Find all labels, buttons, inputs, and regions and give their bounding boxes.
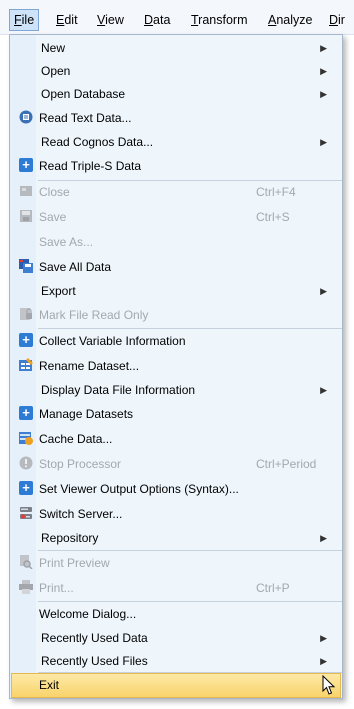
menu-item-label: Print... — [39, 581, 74, 595]
menu-item-new[interactable]: New ▶ — [11, 36, 341, 60]
submenu-arrow-icon: ▶ — [320, 89, 327, 99]
menu-item-close: Close Ctrl+F4 — [11, 180, 341, 204]
menu-edit[interactable]: Edit — [52, 9, 82, 31]
menu-item-label: Read Cognos Data... — [41, 135, 154, 149]
menu-item-manage-datasets[interactable]: + Manage Datasets — [11, 402, 341, 426]
submenu-arrow-icon: ▶ — [320, 533, 327, 543]
plus-icon: + — [19, 481, 33, 495]
menu-item-label: Open Database — [41, 87, 126, 101]
save-all-icon — [19, 259, 33, 273]
menu-item-label: Save All Data — [39, 260, 112, 274]
menu-item-welcome-dialog[interactable]: Welcome Dialog... — [11, 602, 341, 626]
menu-item-label: Collect Variable Information — [39, 334, 186, 348]
submenu-arrow-icon: ▶ — [320, 286, 327, 296]
menu-transform[interactable]: Transform — [187, 9, 252, 31]
menu-bar: File Edit View Data Transform Analyze Di… — [0, 0, 354, 35]
menu-file[interactable]: File — [9, 9, 40, 31]
submenu-arrow-icon: ▶ — [320, 137, 327, 147]
menu-item-save-all-data[interactable]: Save All Data — [11, 255, 341, 279]
save-icon — [19, 209, 33, 223]
menu-item-shortcut: Ctrl+S — [256, 210, 290, 224]
menu-item-recently-used-files[interactable]: Recently Used Files ▶ — [11, 649, 341, 673]
menu-item-collect-variable-information[interactable]: + Collect Variable Information — [11, 329, 341, 353]
menu-item-repository[interactable]: Repository ▶ — [11, 526, 341, 550]
menu-item-recently-used-data[interactable]: Recently Used Data ▶ — [11, 626, 341, 650]
menu-item-read-text-data[interactable]: Read Text Data... — [11, 106, 341, 130]
menu-item-label: Recently Used Files — [41, 654, 148, 668]
close-file-icon — [19, 184, 33, 198]
plus-icon: + — [19, 406, 33, 420]
menu-item-label: Read Text Data... — [39, 111, 132, 125]
menu-item-read-triple-s-data[interactable]: + Read Triple-S Data — [11, 154, 341, 178]
menu-item-label: Save As... — [39, 235, 94, 249]
menu-data[interactable]: Data — [140, 9, 174, 31]
file-menu-dropdown: New ▶ Open ▶ Open Database ▶ Read Text D… — [9, 34, 343, 699]
menu-item-label: Set Viewer Output Options (Syntax)... — [39, 482, 239, 496]
plus-icon: + — [19, 333, 33, 347]
submenu-arrow-icon: ▶ — [320, 656, 327, 666]
menu-item-label: Rename Dataset... — [39, 359, 140, 373]
menu-item-save: Save Ctrl+S — [11, 205, 341, 229]
menu-direct-marketing[interactable]: Dir — [325, 9, 349, 31]
menu-item-label: Display Data File Information — [41, 383, 196, 397]
menu-item-display-data-file-information[interactable]: Display Data File Information ▶ — [11, 378, 341, 402]
menu-item-shortcut: Ctrl+Period — [256, 457, 317, 471]
read-text-icon — [19, 110, 33, 124]
menu-item-open[interactable]: Open ▶ — [11, 59, 341, 83]
menu-item-export[interactable]: Export ▶ — [11, 279, 341, 303]
rename-icon — [19, 358, 33, 372]
submenu-arrow-icon: ▶ — [320, 66, 327, 76]
menu-item-cache-data[interactable]: Cache Data... — [11, 427, 341, 451]
menu-item-label: Export — [41, 284, 76, 298]
menu-item-set-viewer-output-options[interactable]: + Set Viewer Output Options (Syntax)... — [11, 477, 341, 501]
stop-icon — [19, 456, 33, 470]
menu-item-label: Repository — [41, 531, 99, 545]
menu-item-label: Cache Data... — [39, 432, 113, 446]
menu-item-exit[interactable]: Exit — [11, 673, 341, 698]
server-icon — [19, 506, 33, 520]
menu-item-shortcut: Ctrl+F4 — [256, 185, 296, 199]
menu-item-label: Close — [39, 185, 70, 199]
menu-item-label: Exit — [39, 678, 60, 692]
menu-item-open-database[interactable]: Open Database ▶ — [11, 82, 341, 106]
menu-item-label: Manage Datasets — [39, 407, 134, 421]
menu-item-label: Welcome Dialog... — [39, 607, 137, 621]
menu-analyze[interactable]: Analyze — [264, 9, 316, 31]
menu-item-label: Read Triple-S Data — [39, 159, 142, 173]
menu-item-label: Open — [41, 64, 71, 78]
menu-item-switch-server[interactable]: Switch Server... — [11, 502, 341, 526]
menu-item-label: New — [41, 41, 66, 55]
menu-item-stop-processor: Stop Processor Ctrl+Period — [11, 452, 341, 476]
menu-item-rename-dataset[interactable]: Rename Dataset... — [11, 354, 341, 378]
menu-item-save-as: Save As... — [11, 230, 341, 254]
submenu-arrow-icon: ▶ — [320, 43, 327, 53]
print-preview-icon — [19, 555, 33, 569]
menu-item-label: Mark File Read Only — [39, 308, 149, 322]
mouse-cursor-icon — [322, 674, 336, 699]
menu-view[interactable]: View — [93, 9, 128, 31]
lock-icon — [19, 307, 33, 321]
menu-item-label: Stop Processor — [39, 457, 122, 471]
plus-icon: + — [19, 158, 33, 172]
menu-item-label: Save — [39, 210, 67, 224]
menu-item-label: Recently Used Data — [41, 631, 148, 645]
submenu-arrow-icon: ▶ — [320, 385, 327, 395]
menu-item-read-cognos-data[interactable]: Read Cognos Data... ▶ — [11, 130, 341, 154]
menu-item-print-preview: Print Preview — [11, 551, 341, 575]
menu-item-label: Print Preview — [39, 556, 110, 570]
menu-item-print: Print... Ctrl+P — [11, 576, 341, 600]
print-icon — [19, 580, 33, 594]
submenu-arrow-icon: ▶ — [320, 633, 327, 643]
cache-icon — [19, 431, 33, 445]
menu-item-mark-file-read-only: Mark File Read Only — [11, 303, 341, 327]
menu-item-shortcut: Ctrl+P — [256, 581, 290, 595]
menu-item-label: Switch Server... — [39, 507, 123, 521]
